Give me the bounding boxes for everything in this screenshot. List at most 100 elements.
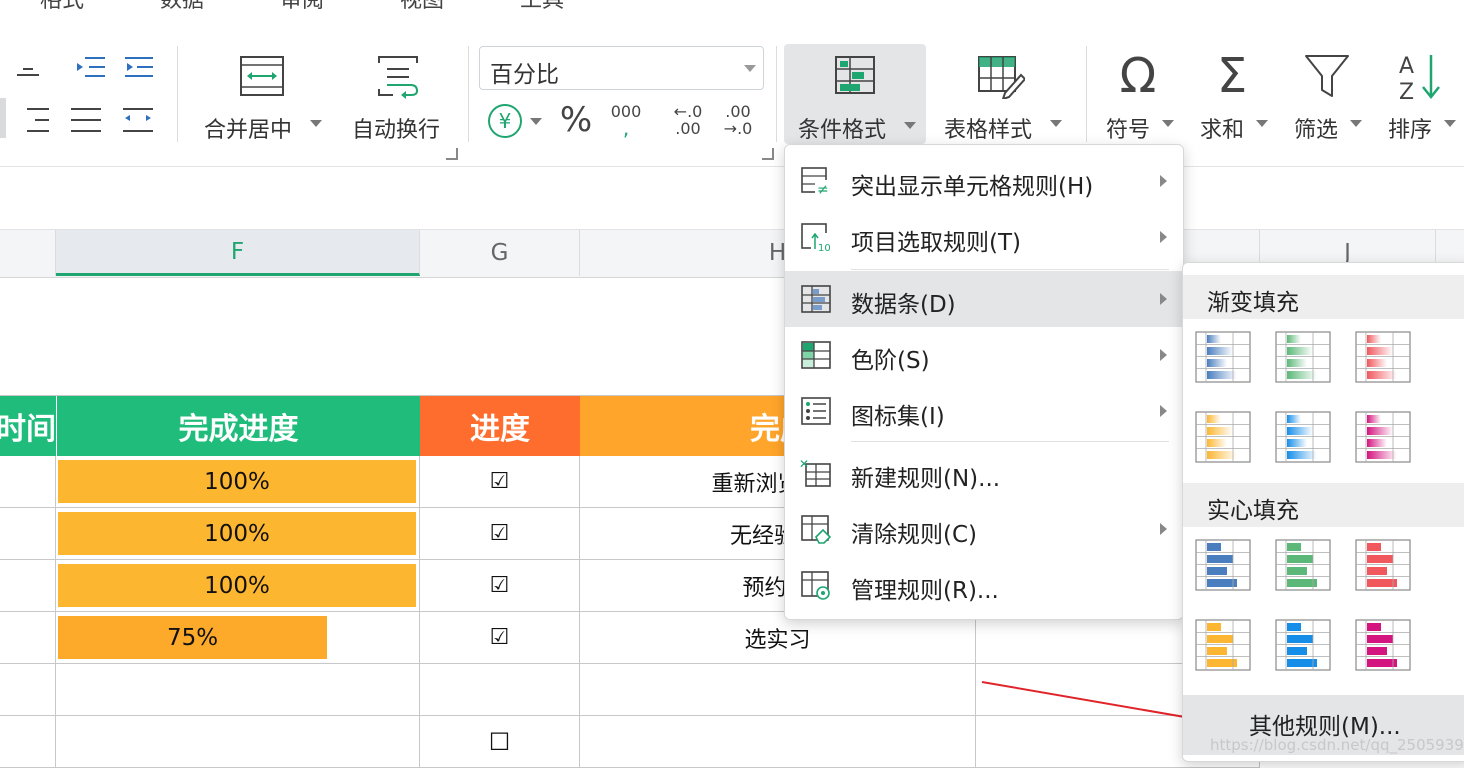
gradient-fill-magenta-swatch[interactable] <box>1355 411 1411 463</box>
table-cell-check[interactable] <box>420 664 580 716</box>
tab-review[interactable]: 审阅 <box>280 0 324 14</box>
increase-decimal-button[interactable]: ←.0 .00 <box>668 100 708 140</box>
table-cell[interactable] <box>0 560 56 612</box>
submenu-arrow-icon <box>1160 349 1167 361</box>
table-cell[interactable] <box>0 456 56 508</box>
menu-item-highlight-rules[interactable]: ≠ 突出显示单元格规则(H) <box>785 153 1183 209</box>
filter-icon[interactable] <box>1300 50 1354 102</box>
table-cell-check[interactable]: ☐ <box>420 716 580 768</box>
tab-view[interactable]: 视图 <box>400 0 444 14</box>
gradient-fill-green-swatch[interactable] <box>1275 331 1331 383</box>
table-cell-check[interactable]: ☑ <box>420 560 580 612</box>
gradient-fill-blue-swatch[interactable] <box>1195 331 1251 383</box>
solid-fill-red-swatch[interactable] <box>1355 539 1411 591</box>
decrease-indent-icon[interactable] <box>72 52 108 82</box>
gradient-fill-orange-swatch[interactable] <box>1195 411 1251 463</box>
header-cell-progress[interactable]: 完成进度 <box>56 396 420 456</box>
solid-fill-blue-swatch[interactable] <box>1195 539 1251 591</box>
currency-dropdown-caret[interactable] <box>530 118 542 125</box>
table-cell-content[interactable] <box>580 716 976 768</box>
formula-bar[interactable] <box>0 166 1464 230</box>
column-header-g[interactable]: G <box>420 230 580 276</box>
symbol-dropdown-caret[interactable] <box>1162 120 1174 127</box>
omega-icon[interactable]: Ω <box>1110 48 1166 104</box>
gradient-fill-light-blue-swatch[interactable] <box>1275 411 1331 463</box>
solid-fill-green-swatch[interactable] <box>1275 539 1331 591</box>
table-style-button[interactable]: 表格样式 <box>944 112 1032 144</box>
ribbon-separator <box>776 46 777 142</box>
alignment-dialog-launcher[interactable] <box>446 148 458 160</box>
distributed-align-icon[interactable] <box>120 104 156 136</box>
conditional-format-label: 条件格式 <box>798 118 887 143</box>
table-cell-check[interactable]: ☑ <box>420 508 580 560</box>
menu-item-data-bars[interactable]: 数据条(D) <box>785 271 1183 327</box>
menu-item-top-bottom-rules[interactable]: 10 项目选取规则(T) <box>785 209 1183 265</box>
merge-center-button[interactable]: 合并居中 <box>204 112 292 144</box>
filter-dropdown-caret[interactable] <box>1350 120 1362 127</box>
sort-button[interactable]: 排序 <box>1388 112 1432 144</box>
solid-fill-magenta-swatch[interactable] <box>1355 619 1411 671</box>
merge-center-icon[interactable] <box>236 52 288 100</box>
progress-data-bar: 100% <box>58 460 416 503</box>
menu-item-icon-sets[interactable]: 图标集(I) <box>785 383 1183 439</box>
decrease-decimal-button[interactable]: .00 →.0 <box>718 100 758 140</box>
sort-icon[interactable]: A Z <box>1394 48 1448 104</box>
table-cell[interactable] <box>0 508 56 560</box>
table-cell-progress[interactable]: 100% <box>56 456 420 508</box>
data-bars-icon <box>801 285 831 313</box>
chevron-down-icon <box>904 122 916 129</box>
ribbon-toolbar: 格式 数据 审阅 视图 工具 合并居中 自动换行 百分比 ¥ % 000 , ←… <box>0 0 1464 166</box>
menu-item-manage-rules[interactable]: 管理规则(R)... <box>785 557 1183 613</box>
sum-button[interactable]: 求和 <box>1200 112 1244 144</box>
wrap-text-icon[interactable] <box>372 52 424 100</box>
sum-dropdown-caret[interactable] <box>1256 120 1268 127</box>
table-cell-progress[interactable] <box>56 664 420 716</box>
conditional-format-button[interactable]: 条件格式 <box>784 44 926 144</box>
merge-dropdown-caret[interactable] <box>310 120 322 127</box>
svg-text:A: A <box>1399 54 1414 79</box>
table-cell-progress[interactable]: 75% <box>56 612 420 664</box>
table-style-dropdown-caret[interactable] <box>1050 120 1062 127</box>
menu-item-new-rule[interactable]: ✕ 新建规则(N)... <box>785 445 1183 501</box>
table-cell-progress[interactable]: 100% <box>56 508 420 560</box>
table-cell-check[interactable]: ☑ <box>420 456 580 508</box>
header-cell-time[interactable]: 时间 <box>0 396 56 456</box>
table-cell-content[interactable] <box>580 664 976 716</box>
column-header-f[interactable]: F <box>56 230 420 276</box>
table-style-icon[interactable] <box>974 52 1026 100</box>
number-dialog-launcher[interactable] <box>762 148 774 160</box>
percent-style-button[interactable]: % <box>556 100 596 140</box>
table-cell[interactable] <box>0 612 56 664</box>
align-right-icon[interactable] <box>16 104 52 136</box>
table-cell-progress[interactable] <box>56 716 420 768</box>
svg-text:✕: ✕ <box>799 457 809 471</box>
progress-data-bar: 100% <box>58 564 416 607</box>
tab-data[interactable]: 数据 <box>160 0 204 14</box>
color-scales-icon <box>801 341 831 369</box>
align-bottom-icon[interactable] <box>12 56 44 84</box>
wrap-text-button[interactable]: 自动换行 <box>352 112 440 144</box>
column-header-e[interactable] <box>0 230 56 276</box>
sigma-icon[interactable]: Σ <box>1206 48 1258 104</box>
increase-indent-icon[interactable] <box>122 52 158 82</box>
tab-tools[interactable]: 工具 <box>520 0 564 14</box>
symbol-button[interactable]: 符号 <box>1106 112 1150 144</box>
sort-dropdown-caret[interactable] <box>1444 120 1456 127</box>
filter-button[interactable]: 筛选 <box>1294 112 1338 144</box>
comma-style-button[interactable]: 000, <box>608 100 644 140</box>
solid-fill-orange-swatch[interactable] <box>1195 619 1251 671</box>
number-format-select[interactable]: 百分比 <box>479 46 764 90</box>
table-cell-check[interactable]: ☑ <box>420 612 580 664</box>
header-cell-status[interactable]: 进度 <box>420 396 580 456</box>
table-cell[interactable] <box>0 664 56 716</box>
gradient-fill-red-swatch[interactable] <box>1355 331 1411 383</box>
justify-icon[interactable] <box>68 104 104 136</box>
solid-fill-light-blue-swatch[interactable] <box>1275 619 1331 671</box>
menu-item-clear-rules[interactable]: 清除规则(C) <box>785 501 1183 557</box>
menu-item-color-scales[interactable]: 色阶(S) <box>785 327 1183 383</box>
table-cell[interactable] <box>0 716 56 768</box>
currency-icon[interactable]: ¥ <box>488 104 522 138</box>
tab-format[interactable]: 格式 <box>40 0 84 14</box>
chevron-down-icon <box>744 65 756 72</box>
table-cell-progress[interactable]: 100% <box>56 560 420 612</box>
